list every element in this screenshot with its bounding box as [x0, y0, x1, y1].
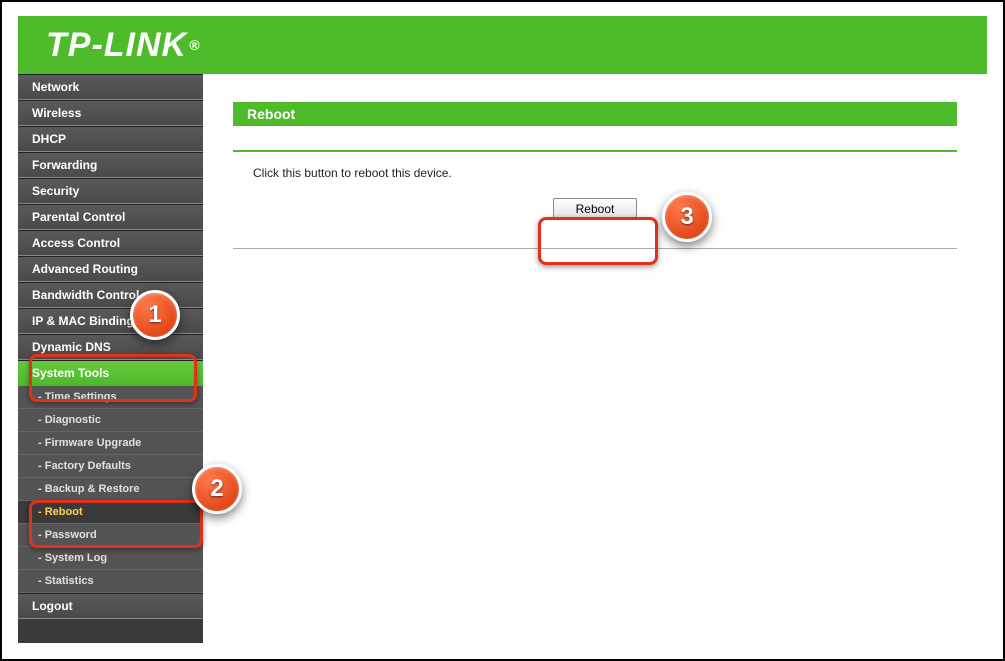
nav-item-forwarding[interactable]: Forwarding	[18, 152, 203, 178]
nav-sub-backup-restore[interactable]: - Backup & Restore	[18, 478, 203, 501]
nav-sub-time-settings[interactable]: - Time Settings	[18, 386, 203, 409]
brand-logo: TP-LINK®	[46, 26, 200, 65]
nav-item-logout[interactable]: Logout	[18, 593, 203, 619]
header: TP-LINK®	[18, 16, 987, 74]
nav-sub-system-log[interactable]: - System Log	[18, 547, 203, 570]
nav-item-dhcp[interactable]: DHCP	[18, 126, 203, 152]
brand-text: TP-LINK	[46, 26, 187, 65]
divider-top	[233, 150, 957, 152]
nav-item-bandwidth-control[interactable]: Bandwidth Control	[18, 282, 203, 308]
brand-registered: ®	[189, 37, 200, 53]
nav-item-network[interactable]: Network	[18, 74, 203, 100]
nav-item-access-control[interactable]: Access Control	[18, 230, 203, 256]
nav-sub-statistics[interactable]: - Statistics	[18, 570, 203, 593]
sidebar[interactable]: NetworkWirelessDHCPForwardingSecurityPar…	[18, 74, 203, 643]
nav-sub-reboot[interactable]: - Reboot	[18, 501, 203, 524]
nav-sub-password[interactable]: - Password	[18, 524, 203, 547]
nav-item-dynamic-dns[interactable]: Dynamic DNS	[18, 334, 203, 360]
page-description: Click this button to reboot this device.	[253, 166, 957, 180]
nav-item-ip-mac-binding[interactable]: IP & MAC Binding	[18, 308, 203, 334]
nav-item-parental-control[interactable]: Parental Control	[18, 204, 203, 230]
page-title: Reboot	[233, 102, 957, 126]
nav-sub-factory-defaults[interactable]: - Factory Defaults	[18, 455, 203, 478]
nav-item-advanced-routing[interactable]: Advanced Routing	[18, 256, 203, 282]
action-row: Reboot	[233, 198, 957, 220]
nav-sub-firmware-upgrade[interactable]: - Firmware Upgrade	[18, 432, 203, 455]
nav-item-wireless[interactable]: Wireless	[18, 100, 203, 126]
reboot-button[interactable]: Reboot	[553, 198, 638, 220]
nav-sub-diagnostic[interactable]: - Diagnostic	[18, 409, 203, 432]
divider-bottom	[233, 248, 957, 249]
nav-item-security[interactable]: Security	[18, 178, 203, 204]
nav-item-system-tools[interactable]: System Tools	[18, 360, 203, 386]
content-area: Reboot Click this button to reboot this …	[203, 74, 987, 643]
